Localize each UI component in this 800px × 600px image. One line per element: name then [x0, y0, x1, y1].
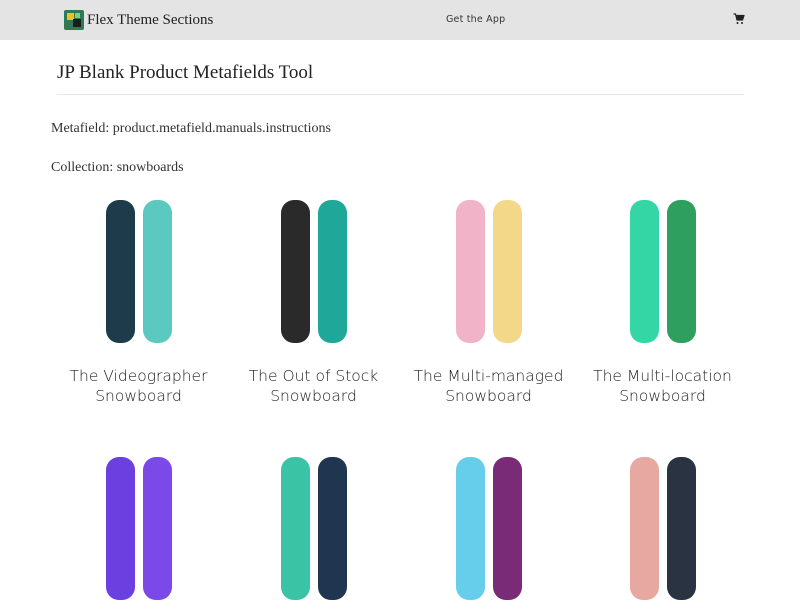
brand-name: Flex Theme Sections	[87, 11, 214, 28]
product-title[interactable]: The Multi-managed Snowboard	[401, 366, 576, 406]
collection-label: Collection: snowboards	[51, 160, 184, 175]
product-image	[455, 457, 522, 600]
page-title: JP Blank Product Metafields Tool	[57, 62, 314, 83]
product-title[interactable]: The Multi-location Snowboard	[575, 366, 750, 406]
product-image	[280, 200, 347, 343]
metafield-label: Metafield: product.metafield.manuals.ins…	[51, 121, 331, 136]
product-image	[629, 200, 696, 343]
title-divider	[57, 94, 744, 95]
brand-link[interactable]: Flex Theme Sections	[64, 9, 213, 31]
product-image	[105, 457, 172, 600]
product-image	[455, 200, 522, 343]
brand-logo-icon	[64, 10, 84, 30]
product-image	[105, 200, 172, 343]
product-title[interactable]: The Out of Stock Snowboard	[226, 366, 401, 406]
product-image	[280, 457, 347, 600]
product-image	[629, 457, 696, 600]
top-bar: Flex Theme Sections Get the App	[0, 0, 800, 40]
cart-icon[interactable]	[733, 13, 745, 25]
get-app-link[interactable]: Get the App	[446, 14, 505, 25]
product-title[interactable]: The Videographer Snowboard	[51, 366, 226, 406]
